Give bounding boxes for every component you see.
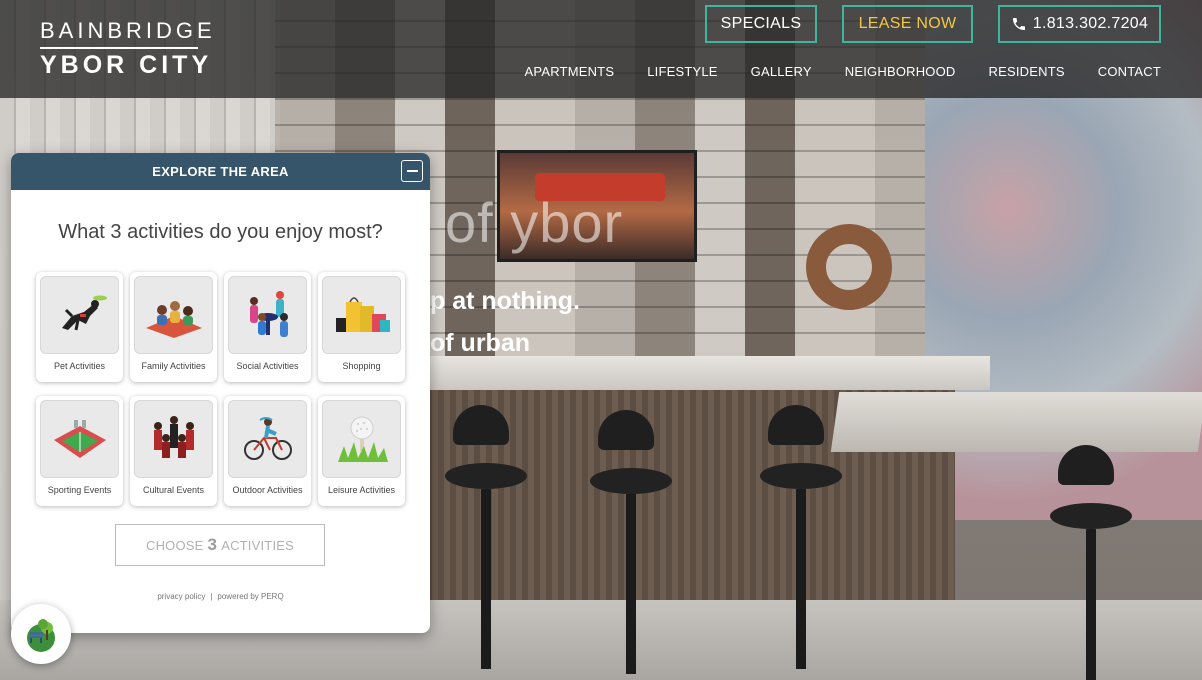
stadium-icon xyxy=(40,400,119,478)
phone-number: 1.813.302.7204 xyxy=(1032,15,1149,32)
cyclist-icon xyxy=(228,400,307,478)
nav-neighborhood[interactable]: NEIGHBORHOOD xyxy=(845,64,956,79)
activity-label: Pet Activities xyxy=(53,360,106,371)
counter-top xyxy=(400,356,990,390)
choose-count: 3 xyxy=(207,535,218,554)
minimize-icon xyxy=(406,170,418,172)
golf-ball-icon xyxy=(322,400,401,478)
phone-button[interactable]: 1.813.302.7204 xyxy=(998,5,1161,43)
widget-footer: privacy policy | powered by PERQ xyxy=(11,592,430,601)
activity-card-leisure[interactable]: Leisure Activities xyxy=(318,396,405,506)
powered-by-link[interactable]: powered by PERQ xyxy=(217,592,283,601)
activity-label: Cultural Events xyxy=(142,484,205,495)
people-table-icon xyxy=(228,276,307,354)
hero-tagline-2: of urban xyxy=(430,329,530,357)
lease-now-button[interactable]: LEASE NOW xyxy=(842,5,973,43)
logo-divider xyxy=(40,47,198,49)
activity-label: Family Activities xyxy=(141,360,206,371)
activity-grid: Pet Activities Family Activities Social … xyxy=(36,272,407,506)
activity-label: Outdoor Activities xyxy=(232,484,303,495)
side-counter xyxy=(830,392,1202,452)
nav-apartments[interactable]: APARTMENTS xyxy=(525,64,615,79)
orchestra-icon xyxy=(134,400,213,478)
widget-question: What 3 activities do you enjoy most? xyxy=(58,221,383,243)
activity-card-family[interactable]: Family Activities xyxy=(130,272,217,382)
bar-stool xyxy=(590,410,672,674)
decor-ring xyxy=(806,224,892,310)
logo-line-1: BAINBRIDGE xyxy=(40,18,216,43)
activity-label: Leisure Activities xyxy=(327,484,396,495)
bar-stool xyxy=(760,405,842,669)
phone-icon xyxy=(1011,16,1027,32)
nav-gallery[interactable]: GALLERY xyxy=(751,64,812,79)
activity-card-cultural[interactable]: Cultural Events xyxy=(130,396,217,506)
hero-heading: of ybor xyxy=(445,191,624,254)
hero-tagline: p at nothing. xyxy=(430,287,580,315)
activity-card-outdoor[interactable]: Outdoor Activities xyxy=(224,396,311,506)
park-tree-icon xyxy=(27,619,55,652)
nav-residents[interactable]: RESIDENTS xyxy=(989,64,1065,79)
nav-lifestyle[interactable]: LIFESTYLE xyxy=(647,64,717,79)
bar-stool xyxy=(1050,445,1132,680)
widget-title: EXPLORE THE AREA xyxy=(152,164,289,179)
dog-frisbee-icon xyxy=(40,276,119,354)
choose-prefix: CHOOSE xyxy=(146,537,204,553)
nav-contact[interactable]: CONTACT xyxy=(1098,64,1161,79)
activity-card-sporting[interactable]: Sporting Events xyxy=(36,396,123,506)
brand-logo[interactable]: BAINBRIDGE YBOR CITY xyxy=(40,20,216,78)
activity-card-pet[interactable]: Pet Activities xyxy=(36,272,123,382)
explore-widget: EXPLORE THE AREA What 3 activities do yo… xyxy=(11,153,430,633)
activity-card-shopping[interactable]: Shopping xyxy=(318,272,405,382)
specials-button[interactable]: SPECIALS xyxy=(705,5,817,43)
family-picnic-icon xyxy=(134,276,213,354)
minimize-button[interactable] xyxy=(401,160,423,182)
main-nav: APARTMENTS LIFESTYLE GALLERY NEIGHBORHOO… xyxy=(525,64,1161,79)
choose-activities-button[interactable]: CHOOSE 3 ACTIVITIES xyxy=(115,524,325,566)
activity-label: Sporting Events xyxy=(47,484,112,495)
choose-suffix: ACTIVITIES xyxy=(221,537,294,553)
shopping-bags-icon xyxy=(322,276,401,354)
footer-separator: | xyxy=(210,592,213,601)
widget-header: EXPLORE THE AREA xyxy=(11,153,430,190)
logo-line-2: YBOR CITY xyxy=(40,51,213,79)
site-header: BAINBRIDGE YBOR CITY SPECIALS LEASE NOW … xyxy=(0,0,1202,98)
bar-stool xyxy=(445,405,527,669)
privacy-policy-link[interactable]: privacy policy xyxy=(157,592,205,601)
activity-label: Social Activities xyxy=(236,360,299,371)
activity-card-social[interactable]: Social Activities xyxy=(224,272,311,382)
park-bench-launcher-button[interactable] xyxy=(11,604,71,664)
activity-label: Shopping xyxy=(342,360,381,371)
